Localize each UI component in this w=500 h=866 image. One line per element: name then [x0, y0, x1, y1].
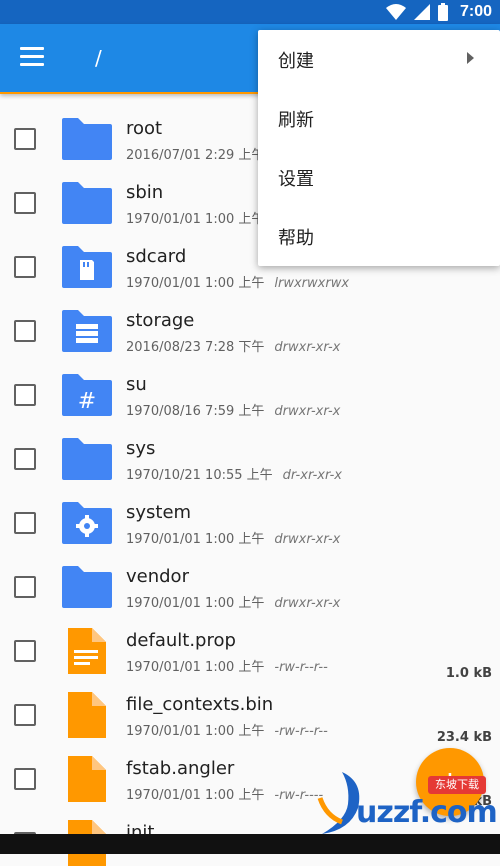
status-bar: 7:00	[0, 0, 500, 24]
menu-item-label: 设置	[278, 168, 314, 190]
row-checkbox[interactable]	[14, 512, 36, 534]
file-name: su	[126, 374, 147, 395]
file-meta: 1970/01/01 1:00 上午 -rw-r--r--	[126, 660, 328, 675]
menu-item-help[interactable]: 帮助	[258, 207, 500, 266]
menu-item-settings[interactable]: 设置	[258, 148, 500, 207]
row-checkbox[interactable]	[14, 384, 36, 406]
row-checkbox[interactable]	[14, 128, 36, 150]
menu-item-label: 刷新	[278, 109, 314, 131]
settings-folder-icon	[62, 502, 112, 544]
file-meta: 2016/08/23 7:28 下午 drwxr-xr-x	[126, 340, 341, 355]
hamburger-menu-icon[interactable]	[20, 47, 46, 71]
row-checkbox[interactable]	[14, 704, 36, 726]
file-meta: 2016/07/01 2:29 上午	[126, 148, 265, 163]
row-checkbox[interactable]	[14, 192, 36, 214]
file-name: default.prop	[126, 630, 236, 651]
row-checkbox[interactable]	[14, 320, 36, 342]
submenu-arrow-icon	[467, 52, 474, 64]
file-row-su[interactable]: # su 1970/08/16 7:59 上午 drwxr-xr-x	[0, 354, 500, 419]
file-name: fstab.angler	[126, 758, 235, 779]
file-name: system	[126, 502, 192, 523]
overflow-menu: 创建 刷新 设置 帮助	[258, 30, 500, 266]
file-meta: 1970/01/01 1:00 上午 drwxr-xr-x	[126, 532, 341, 547]
file-meta: 1970/01/01 1:00 上午 -rw-r----	[126, 788, 324, 803]
file-row-vendor[interactable]: vendor 1970/01/01 1:00 上午 drwxr-xr-x	[0, 546, 500, 611]
file-meta: 1970/01/01 1:00 上午 -rw-r--r--	[126, 724, 328, 739]
text-file-icon	[68, 628, 106, 674]
battery-icon	[437, 3, 448, 21]
signal-icon	[413, 4, 430, 20]
folder-icon	[62, 118, 112, 160]
file-name: root	[126, 118, 163, 139]
current-path[interactable]: /	[95, 46, 102, 70]
file-name: storage	[126, 310, 195, 331]
file-name: sdcard	[126, 246, 187, 267]
status-time: 7:00	[459, 3, 492, 20]
hash-folder-icon: #	[62, 374, 112, 416]
row-checkbox[interactable]	[14, 448, 36, 470]
folder-icon	[62, 182, 112, 224]
menu-item-refresh[interactable]: 刷新	[258, 89, 500, 148]
file-row-file-contexts-bin[interactable]: file_contexts.bin 1970/01/01 1:00 上午 -rw-…	[0, 674, 500, 745]
file-name: file_contexts.bin	[126, 694, 274, 715]
file-meta: 1970/01/01 1:00 上午	[126, 212, 265, 227]
file-meta: 1970/08/16 7:59 上午 drwxr-xr-x	[126, 404, 341, 419]
file-meta: 1970/10/21 10:55 上午 dr-xr-xr-x	[126, 468, 342, 483]
menu-item-label: 创建	[278, 50, 314, 72]
folder-icon	[62, 566, 112, 608]
file-icon	[68, 692, 106, 738]
file-name: vendor	[126, 566, 189, 587]
navigation-bar	[0, 834, 500, 854]
watermark-logo: 东坡下载 uzzf.com	[312, 762, 498, 842]
row-checkbox[interactable]	[14, 640, 36, 662]
row-checkbox[interactable]	[14, 576, 36, 598]
status-icons: 7:00	[385, 3, 492, 21]
menu-item-create[interactable]: 创建	[258, 30, 500, 89]
file-row-default-prop[interactable]: default.prop 1970/01/01 1:00 上午 -rw-r--r-…	[0, 610, 500, 681]
row-checkbox[interactable]	[14, 768, 36, 790]
sdcard-folder-icon	[62, 246, 112, 288]
menu-item-label: 帮助	[278, 227, 314, 249]
watermark-badge: 东坡下载	[428, 776, 486, 794]
storage-folder-icon	[62, 310, 112, 352]
file-name: sys	[126, 438, 156, 459]
file-meta: 1970/01/01 1:00 上午 drwxr-xr-x	[126, 596, 341, 611]
file-row-sys[interactable]: sys 1970/10/21 10:55 上午 dr-xr-xr-x	[0, 418, 500, 483]
wifi-icon	[385, 4, 406, 20]
folder-icon	[62, 438, 112, 480]
file-row-storage[interactable]: storage 2016/08/23 7:28 下午 drwxr-xr-x	[0, 290, 500, 355]
file-name: sbin	[126, 182, 164, 203]
file-icon	[68, 756, 106, 802]
file-row-system[interactable]: system 1970/01/01 1:00 上午 drwxr-xr-x	[0, 482, 500, 547]
file-meta: 1970/01/01 1:00 上午 lrwxrwxrwx	[126, 276, 350, 291]
svg-text:#: #	[78, 389, 96, 414]
row-checkbox[interactable]	[14, 256, 36, 278]
watermark-text: uzzf.com	[356, 795, 498, 830]
